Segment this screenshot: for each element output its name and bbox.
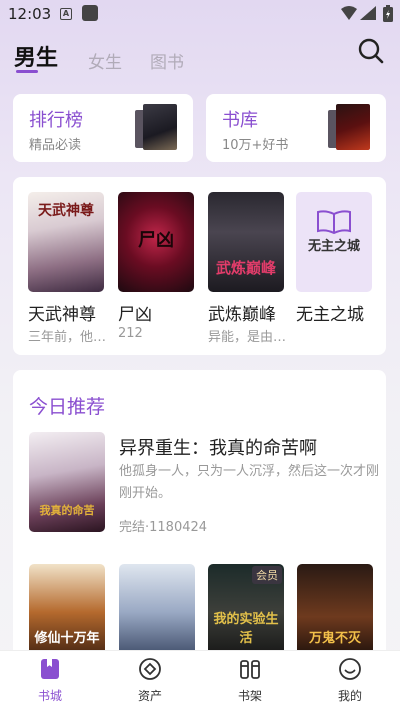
notification-a-icon: A <box>60 8 72 20</box>
wifi-icon <box>341 6 357 20</box>
nav-label: 书城 <box>37 689 62 703</box>
ranking-title: 排行榜 <box>29 110 83 131</box>
book-item[interactable]: 天武神尊 天武神尊 三年前，他… <box>28 192 106 345</box>
book-cover[interactable]: 修仙十万年 <box>29 564 105 660</box>
profile-icon <box>339 658 361 680</box>
library-title: 书库 <box>222 110 258 131</box>
library-card[interactable]: 书库 10万+好书 <box>206 94 386 162</box>
book-cover: 尸凶 <box>118 192 194 292</box>
tab-books[interactable]: 图书 <box>150 48 184 73</box>
ranking-thumbnail <box>135 104 179 152</box>
open-book-icon <box>317 210 351 234</box>
bookstore-icon <box>41 659 59 679</box>
book-cover: 天武神尊 <box>28 192 104 292</box>
library-thumbnail <box>328 104 372 152</box>
book-item[interactable]: 武炼巅峰 武炼巅峰 异能，是由… <box>208 192 286 345</box>
featured-book-title[interactable]: 异界重生：我真的命苦啊 <box>119 434 317 460</box>
library-subtitle: 10万+好书 <box>222 138 289 153</box>
nav-bookshelf[interactable]: 书架 <box>220 657 280 704</box>
nav-bookstore[interactable]: 书城 <box>20 657 80 704</box>
tab-male[interactable]: 男生 <box>14 40 58 72</box>
tab-female[interactable]: 女生 <box>88 48 122 73</box>
active-tab-indicator <box>16 70 38 73</box>
recommend-section-title: 今日推荐 <box>29 396 106 418</box>
book-title: 天武神尊 <box>28 305 96 325</box>
book-cover[interactable]: 万鬼不灭 <box>297 564 373 660</box>
battery-icon <box>383 5 393 22</box>
book-cover: 武炼巅峰 <box>208 192 284 292</box>
book-title: 尸凶 <box>118 305 152 325</box>
notification-square-icon <box>82 5 98 21</box>
status-time: 12:03 <box>8 5 52 23</box>
nav-asset[interactable]: 资产 <box>120 657 180 704</box>
featured-book-cover[interactable]: 我真的命苦 <box>29 432 105 532</box>
nav-label: 书架 <box>237 689 262 703</box>
bookshelf-icon <box>240 660 260 679</box>
ranking-subtitle: 精品必读 <box>29 138 82 153</box>
recent-books-shelf: 天武神尊 天武神尊 三年前，他… 尸凶 尸凶 212 武炼巅峰 武炼巅峰 异能，… <box>13 177 386 355</box>
book-title: 武炼巅峰 <box>208 305 276 325</box>
nav-label: 我的 <box>337 689 362 703</box>
signal-icon <box>360 6 376 20</box>
recommend-section: 今日推荐 我真的命苦 异界重生：我真的命苦啊 他孤身一人，只为一人沉浮，然后这一… <box>13 370 386 660</box>
asset-icon <box>139 658 161 680</box>
book-item[interactable]: 无主之城 无主之城 <box>296 192 374 325</box>
bottom-nav: 书城 资产 书架 我的 <box>0 650 400 711</box>
book-subtitle: 212 <box>118 326 143 341</box>
featured-book-meta: 完结·1180424 <box>119 520 208 535</box>
nav-profile[interactable]: 我的 <box>320 657 380 704</box>
nav-label: 资产 <box>137 689 162 703</box>
book-item[interactable]: 尸凶 尸凶 212 <box>118 192 196 341</box>
book-title: 无主之城 <box>296 305 364 325</box>
book-cover: 无主之城 <box>296 192 372 292</box>
book-subtitle: 异能，是由… <box>208 330 286 345</box>
book-cover[interactable] <box>119 564 195 660</box>
book-subtitle: 三年前，他… <box>28 330 106 345</box>
featured-book-description: 他孤身一人，只为一人沉浮，然后这一次才刚刚开始。 <box>119 464 380 501</box>
ranking-card[interactable]: 排行榜 精品必读 <box>13 94 193 162</box>
search-icon[interactable] <box>357 37 385 65</box>
status-bar: 12:03 A <box>0 0 400 28</box>
book-cover[interactable]: 我的实验生活 会员 <box>208 564 284 660</box>
vip-badge: 会员 <box>252 566 282 584</box>
